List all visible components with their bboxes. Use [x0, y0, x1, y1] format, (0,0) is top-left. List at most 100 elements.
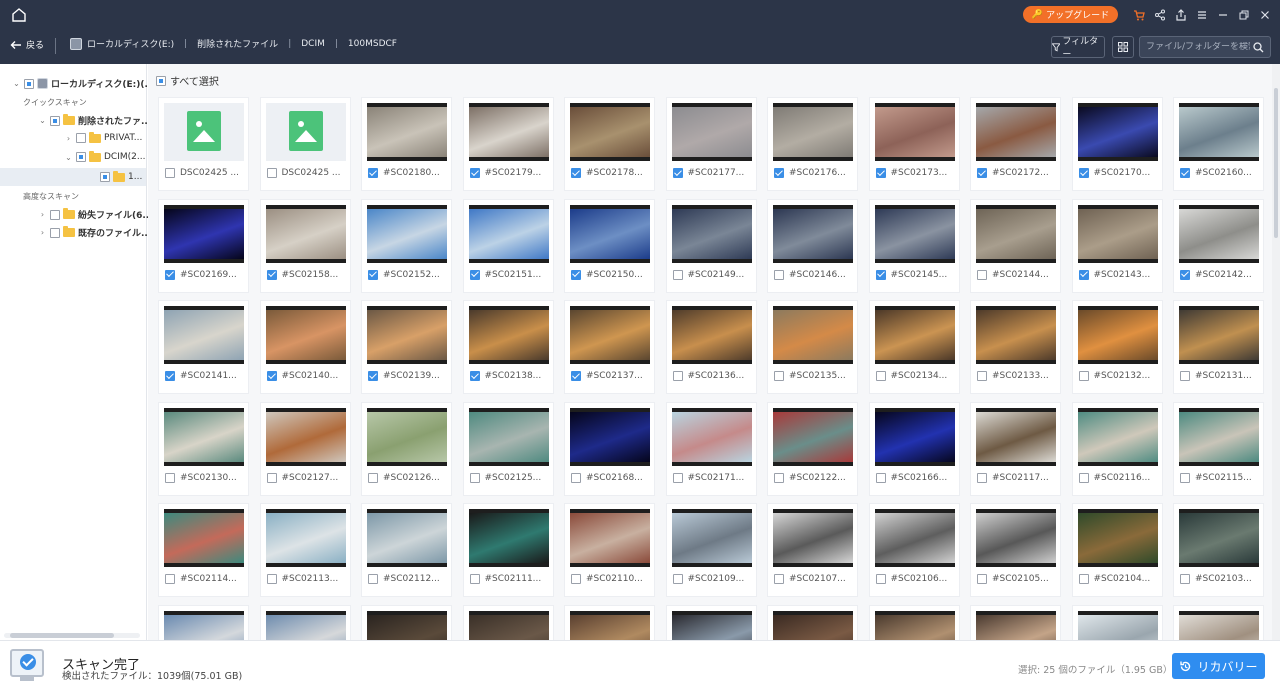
file-checkbox[interactable] [368, 472, 378, 483]
file-tile[interactable]: DSC02425 ... [158, 97, 249, 191]
file-checkbox[interactable] [875, 371, 886, 381]
tree-checkbox[interactable] [50, 115, 60, 126]
file-tile[interactable]: #SC02104... [1071, 503, 1163, 597]
file-tile[interactable]: #SC02150... [564, 198, 655, 293]
file-checkbox[interactable] [875, 472, 886, 483]
file-tile[interactable]: #SC02110... [564, 503, 655, 597]
file-checkbox[interactable] [672, 472, 683, 483]
file-checkbox[interactable] [875, 168, 886, 178]
file-tile[interactable]: #SC02171... [665, 401, 757, 496]
breadcrumb-item-deleted[interactable]: 削除されたファイル [197, 37, 278, 50]
file-checkbox[interactable] [368, 574, 378, 584]
file-tile[interactable]: #SC02113... [259, 503, 351, 597]
file-checkbox[interactable] [1078, 168, 1089, 178]
file-tile[interactable]: #SC02117... [970, 401, 1061, 496]
tree-item-existing-files[interactable]: › 既存のファイル... [38, 226, 151, 239]
file-tile[interactable]: #SC02179... [462, 97, 554, 191]
menu-icon[interactable] [1191, 6, 1212, 24]
file-checkbox[interactable] [1078, 269, 1089, 280]
file-tile[interactable]: #SC02176... [767, 97, 858, 191]
file-tile[interactable]: #SC02141... [158, 300, 249, 394]
file-checkbox[interactable] [469, 168, 480, 178]
file-tile[interactable] [1071, 604, 1163, 640]
file-tile[interactable]: #SC02170... [1071, 97, 1163, 191]
file-checkbox[interactable] [368, 269, 378, 280]
file-checkbox[interactable] [469, 371, 480, 381]
file-checkbox[interactable] [266, 269, 277, 280]
grid-view-button[interactable] [1112, 36, 1134, 58]
file-tile[interactable]: #SC02126... [361, 401, 452, 496]
file-checkbox[interactable] [469, 269, 480, 280]
recover-button[interactable]: リカバリー [1172, 653, 1265, 679]
file-tile[interactable]: #SC02144... [970, 198, 1061, 293]
file-checkbox[interactable] [672, 269, 683, 280]
breadcrumb-item-100msdcf[interactable]: 100MSDCF [348, 39, 397, 49]
file-tile[interactable] [259, 604, 351, 640]
file-checkbox[interactable] [774, 269, 784, 280]
export-icon[interactable] [1170, 6, 1191, 24]
horizontal-scrollbar[interactable] [4, 633, 140, 638]
chevron-right-icon[interactable]: › [38, 228, 47, 237]
file-tile[interactable]: #SC02136... [665, 300, 757, 394]
file-tile[interactable] [665, 604, 757, 640]
file-tile[interactable]: #SC02149... [665, 198, 757, 293]
file-checkbox[interactable] [165, 574, 175, 584]
file-tile[interactable]: #SC02151... [462, 198, 554, 293]
search-icon[interactable] [1250, 39, 1266, 55]
tree-item-local-disk[interactable]: ⌄ ローカルディスク(E:)(... [12, 77, 155, 90]
file-tile[interactable]: #SC02112... [361, 503, 452, 597]
file-tile[interactable]: #SC02140... [259, 300, 351, 394]
upgrade-button[interactable]: 🔑 アップグレード [1023, 6, 1118, 23]
file-checkbox[interactable] [165, 168, 175, 178]
file-checkbox[interactable] [266, 168, 277, 178]
restore-icon[interactable] [1233, 6, 1254, 24]
file-tile[interactable]: #SC02130... [158, 401, 249, 496]
file-tile[interactable]: #SC02138... [462, 300, 554, 394]
file-tile[interactable]: #SC02114... [158, 503, 249, 597]
file-checkbox[interactable] [1180, 371, 1190, 381]
file-tile[interactable]: #SC02116... [1071, 401, 1163, 496]
file-checkbox[interactable] [1078, 574, 1089, 584]
chevron-down-icon[interactable]: ⌄ [38, 116, 47, 125]
file-checkbox[interactable] [165, 472, 175, 483]
chevron-right-icon[interactable]: › [38, 210, 47, 219]
file-checkbox[interactable] [774, 574, 784, 584]
file-tile[interactable]: DSC02425 ... [259, 97, 351, 191]
file-checkbox[interactable] [1078, 371, 1089, 381]
file-tile[interactable]: #SC02169... [158, 198, 249, 293]
file-tile[interactable]: #SC02111... [462, 503, 554, 597]
file-tile[interactable] [361, 604, 452, 640]
file-checkbox[interactable] [977, 574, 987, 584]
file-tile[interactable]: #SC02145... [868, 198, 960, 293]
file-tile[interactable]: #SC02160... [1173, 97, 1264, 191]
file-tile[interactable]: #SC02132... [1071, 300, 1163, 394]
tree-item-dcim[interactable]: ⌄ DCIM(2... [64, 150, 145, 162]
file-tile[interactable]: #SC02131... [1173, 300, 1264, 394]
file-checkbox[interactable] [368, 371, 378, 381]
file-checkbox[interactable] [1180, 472, 1190, 483]
file-checkbox[interactable] [571, 269, 581, 280]
home-icon[interactable] [10, 6, 28, 24]
file-tile[interactable]: #SC02178... [564, 97, 655, 191]
tree-checkbox[interactable] [24, 78, 34, 89]
file-tile[interactable]: #SC02142... [1173, 198, 1264, 293]
file-tile[interactable]: #SC02134... [868, 300, 960, 394]
minimize-icon[interactable] [1212, 6, 1233, 24]
file-tile[interactable]: #SC02177... [665, 97, 757, 191]
file-tile[interactable]: #SC02173... [868, 97, 960, 191]
file-tile[interactable]: #SC02133... [970, 300, 1061, 394]
file-tile[interactable] [767, 604, 858, 640]
file-tile[interactable]: #SC02143... [1071, 198, 1163, 293]
file-tile[interactable]: #SC02168... [564, 401, 655, 496]
file-tile[interactable]: #SC02166... [868, 401, 960, 496]
file-tile[interactable]: #SC02115... [1173, 401, 1264, 496]
file-checkbox[interactable] [977, 168, 987, 178]
file-checkbox[interactable] [1180, 574, 1190, 584]
file-checkbox[interactable] [774, 472, 784, 483]
tree-checkbox[interactable] [76, 152, 86, 162]
file-tile[interactable]: #SC02127... [259, 401, 351, 496]
search-input[interactable] [1140, 42, 1250, 52]
vertical-scrollbar[interactable] [1272, 64, 1280, 640]
file-checkbox[interactable] [672, 168, 683, 178]
file-checkbox[interactable] [672, 371, 683, 381]
